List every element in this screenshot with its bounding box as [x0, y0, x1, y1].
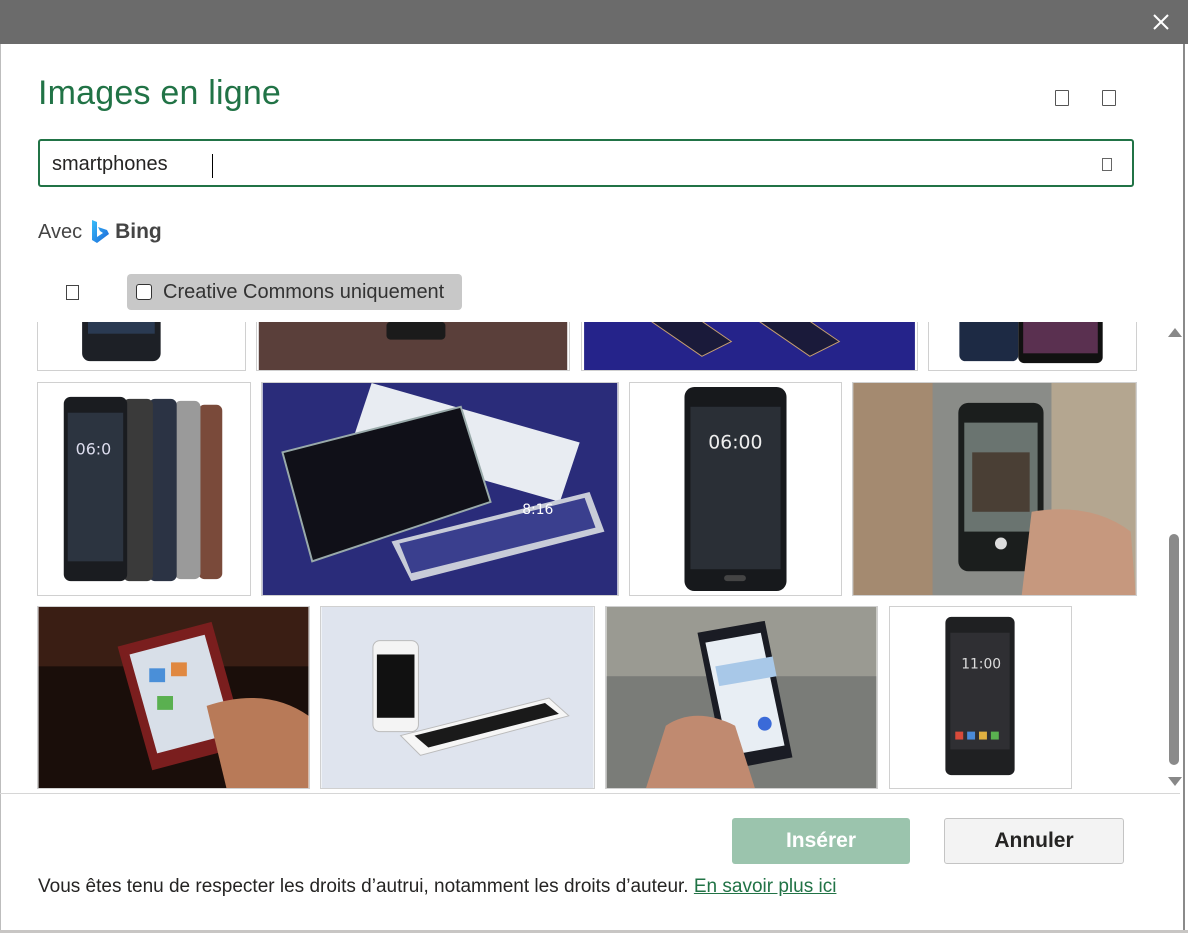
bing-logo-icon: [92, 220, 110, 243]
creative-commons-label: Creative Commons uniquement: [163, 280, 445, 303]
provider-prefix: Avec: [38, 220, 83, 243]
svg-text:06:00: 06:00: [708, 432, 762, 453]
learn-more-link[interactable]: En savoir plus ici: [694, 876, 837, 897]
copyright-notice-text: Vous êtes tenu de respecter les droits d…: [38, 876, 689, 897]
cancel-button[interactable]: Annuler: [944, 818, 1124, 864]
result-image-nokia-phone-partial[interactable]: [37, 322, 246, 371]
scroll-up-icon[interactable]: [1168, 328, 1182, 337]
result-image-hand-phone-red[interactable]: [37, 606, 310, 789]
result-image-hand-phone-dark-partial[interactable]: [256, 322, 570, 371]
result-image-huawei-phone-partial[interactable]: 08:08: [928, 322, 1137, 371]
svg-text:06:0: 06:0: [76, 439, 112, 458]
view-toggle-icon[interactable]: [1055, 90, 1069, 106]
result-image-iphone-white-lying[interactable]: [320, 606, 595, 789]
footer-divider: [0, 793, 1180, 794]
svg-text:8:16: 8:16: [522, 502, 553, 518]
result-image-nokia-lineup[interactable]: 06:0: [37, 382, 251, 596]
creative-commons-checkbox[interactable]: [136, 284, 152, 300]
close-icon[interactable]: [1148, 9, 1174, 35]
dialog-title: Images en ligne: [38, 74, 282, 112]
creative-commons-filter[interactable]: Creative Commons uniquement: [127, 274, 462, 310]
provider-name: Bing: [115, 220, 162, 243]
search-box[interactable]: [38, 139, 1134, 187]
provider-row: Avec Bing: [38, 218, 162, 246]
settings-icon[interactable]: [1102, 90, 1116, 106]
insert-button[interactable]: Insérer: [732, 818, 910, 864]
svg-text:11:00: 11:00: [961, 656, 1001, 672]
result-image-blue-phones-partial[interactable]: [581, 322, 918, 371]
result-image-hand-phone-maps[interactable]: [605, 606, 878, 789]
scroll-down-icon[interactable]: [1168, 777, 1182, 786]
filter-icon[interactable]: [66, 285, 79, 300]
search-input[interactable]: [52, 151, 1052, 177]
dialog-titlebar: [0, 0, 1188, 44]
text-caret: [212, 154, 213, 178]
search-icon[interactable]: [1102, 158, 1112, 171]
result-image-blackberry-phone[interactable]: 11:00: [889, 606, 1072, 789]
result-image-xiaomi-phones-blue[interactable]: 8:16: [261, 382, 619, 596]
copyright-notice: Vous êtes tenu de respecter les droits d…: [38, 876, 836, 898]
result-image-nokia-single-black[interactable]: 06:00: [629, 382, 842, 596]
result-image-hand-photo-street[interactable]: [852, 382, 1137, 596]
results-grid: 08:08 06:0 8:16 06:00: [0, 322, 1160, 793]
svg-text:08:08: 08:08: [1041, 322, 1078, 325]
scroll-thumb[interactable]: [1169, 534, 1179, 765]
